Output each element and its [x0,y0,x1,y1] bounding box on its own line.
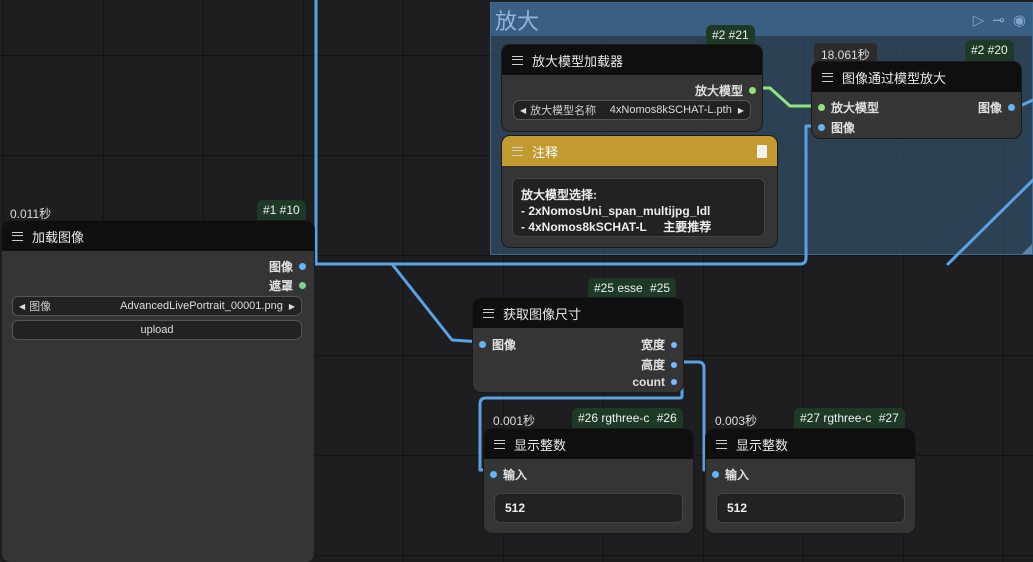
slot-label: 图像 [492,338,517,352]
node-title-bar[interactable]: 放大模型加载器 [502,45,762,75]
node-id-badge: #26 rgthree-c #26 [572,408,683,429]
input-slot-image[interactable]: 图像 [818,119,855,136]
arrow-right-icon[interactable]: ▶ [738,106,744,115]
node-title-bar[interactable]: 显示整数 [706,429,915,459]
slot-label: 图像 [268,260,293,274]
display-int-node-26[interactable]: 显示整数 输入 512 [484,429,693,533]
node-id-badge: #2 #21 [706,25,755,46]
output-dot-icon[interactable] [749,87,756,94]
bypass-icon[interactable]: ⊸ [992,11,1005,29]
node-id-badge: #27 rgthree-c #27 [794,408,905,429]
node-id-badge: #1 #10 [257,200,306,221]
upload-button[interactable]: upload [12,320,302,340]
link-image-to-size [390,262,484,344]
input-dot-icon[interactable] [490,471,497,478]
node-title: 图像通过模型放大 [842,70,947,86]
output-dot-icon[interactable] [671,379,677,385]
image-upscale-with-model-node[interactable]: 图像通过模型放大 放大模型 图像 图像 [812,62,1021,138]
image-select-widget[interactable]: ◀ 图像 AdvancedLivePortrait_00001.png ▶ [12,296,302,316]
output-slot-image[interactable]: 图像 [978,99,1015,116]
group-toolbar: ▷ ⊸ ◉ [973,11,1032,29]
input-slot[interactable]: 输入 [712,466,749,483]
menu-icon[interactable] [483,308,494,318]
int-value-display[interactable]: 512 [494,493,683,523]
output-dot-icon[interactable] [299,282,306,289]
note-node[interactable]: 注释 放大模型选择: - 2xNomosUni_span_multijpg_ld… [502,136,777,247]
play-icon[interactable]: ▷ [973,11,985,29]
arrow-left-icon[interactable]: ◀ [520,106,526,115]
output-dot-icon[interactable] [299,263,306,270]
node-title: 显示整数 [514,437,567,453]
output-slot-height[interactable]: 高度 [641,356,677,373]
node-id-badge: #25 esse #25 [588,278,677,299]
output-slot-upscale-model[interactable]: 放大模型 [695,82,756,99]
node-title: 加载图像 [32,229,85,245]
menu-icon[interactable] [512,146,523,156]
slot-label: 放大模型 [831,101,880,115]
eye-icon[interactable]: ◉ [1013,11,1026,29]
menu-icon[interactable] [716,439,727,449]
slot-label: 高度 [640,358,665,372]
slot-label: 输入 [725,468,750,482]
group-resize-handle[interactable] [1022,244,1032,254]
input-slot[interactable]: 输入 [490,466,527,483]
menu-icon[interactable] [512,55,523,65]
slot-label: 图像 [831,121,856,135]
output-dot-icon[interactable] [671,361,677,368]
arrow-right-icon[interactable]: ▶ [289,302,295,311]
output-slot-count[interactable]: count [632,375,677,389]
slot-label: count [632,375,665,389]
slot-label: 图像 [977,101,1002,115]
exec-time-display-int: 0.001秒 [493,414,536,428]
exec-time-display-int: 0.003秒 [715,414,758,428]
node-title-bar[interactable]: 显示整数 [484,429,693,459]
model-name-widget[interactable]: ◀ 放大模型名称 4xNomos8kSCHAT-L.pth ▶ [513,100,751,120]
node-title-bar[interactable]: 图像通过模型放大 [812,62,1021,92]
node-title: 注释 [532,144,559,160]
slot-label: 宽度 [640,338,665,352]
node-title-bar[interactable]: 加载图像 [2,221,314,251]
exec-time-load-image: 0.011秒 [10,207,52,221]
input-dot-icon[interactable] [712,471,719,478]
input-slot-image[interactable]: 图像 [479,336,516,353]
node-id-badge: #2 #20 [965,40,1014,61]
group-header[interactable]: 放大 ▷ ⊸ ◉ [491,3,1032,36]
node-title: 显示整数 [736,437,789,453]
menu-icon[interactable] [12,231,23,241]
output-slot-width[interactable]: 宽度 [641,336,677,353]
input-dot-icon[interactable] [818,124,825,131]
group-title: 放大 [495,9,540,35]
input-dot-icon[interactable] [818,104,825,111]
load-image-node[interactable]: 加载图像 图像 遮罩 ◀ 图像 AdvancedLivePortrait_000… [2,221,314,562]
output-dot-icon[interactable] [1008,104,1015,111]
slot-label: 遮罩 [268,279,293,293]
int-value-display[interactable]: 512 [716,493,905,523]
slot-label: 输入 [503,468,528,482]
arrow-left-icon[interactable]: ◀ [19,302,25,311]
slot-label: 放大模型 [694,84,743,98]
get-image-size-node[interactable]: 获取图像尺寸 图像 宽度 高度 count [473,298,683,392]
node-title: 放大模型加载器 [532,53,624,69]
input-slot-upscale-model[interactable]: 放大模型 [818,99,879,116]
node-title: 获取图像尺寸 [503,306,582,322]
document-icon [757,144,767,158]
node-title-bar[interactable]: 获取图像尺寸 [473,298,683,328]
upscale-model-loader-node[interactable]: 放大模型加载器 放大模型 ◀ 放大模型名称 4xNomos8kSCHAT-L.p… [502,45,762,131]
output-slot-mask[interactable]: 遮罩 [269,277,306,294]
display-int-node-27[interactable]: 显示整数 输入 512 [706,429,915,533]
menu-icon[interactable] [822,72,833,82]
menu-icon[interactable] [494,439,505,449]
input-dot-icon[interactable] [479,341,486,348]
node-title-bar[interactable]: 注释 [502,136,777,166]
note-text[interactable]: 放大模型选择: - 2xNomosUni_span_multijpg_ldl -… [512,178,765,237]
output-slot-image[interactable]: 图像 [269,258,306,275]
output-dot-icon[interactable] [671,341,677,348]
